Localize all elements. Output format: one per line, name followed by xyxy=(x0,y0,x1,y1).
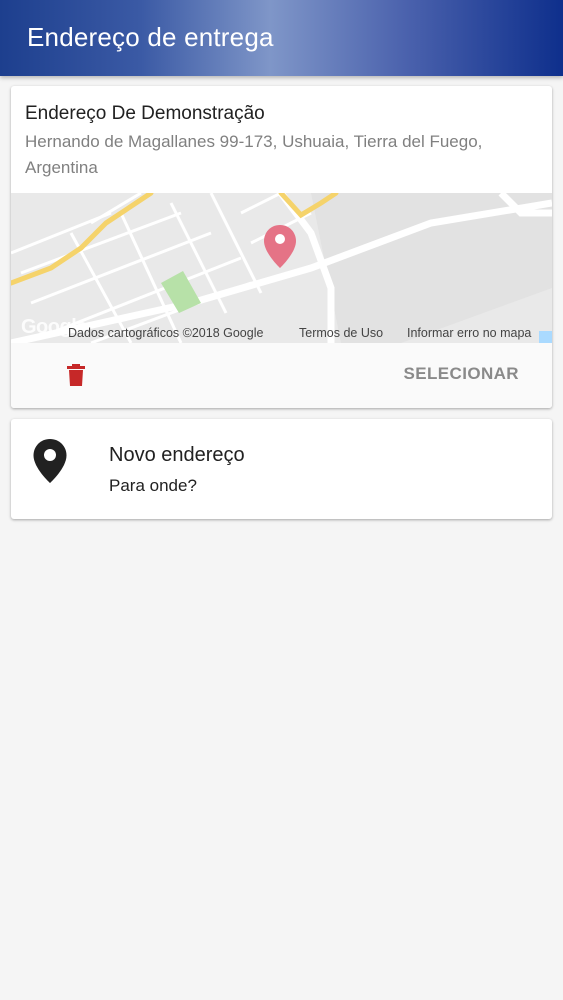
map-attribution: Dados cartográficos ©2018 Google Termos … xyxy=(11,326,552,343)
new-address-card[interactable]: Novo endereço Para onde? xyxy=(11,419,552,519)
map-pin-icon xyxy=(33,439,67,483)
report-map-error-link[interactable]: Informar erro no mapa xyxy=(407,326,531,340)
map-preview[interactable]: Google Dados cartográficos ©2018 Google … xyxy=(11,193,552,343)
map-data-attribution: Dados cartográficos ©2018 Google xyxy=(68,326,264,340)
new-address-subtitle: Para onde? xyxy=(109,476,197,495)
page-title: Endereço de entrega xyxy=(27,22,274,52)
card-actions: SELECIONAR xyxy=(11,343,552,408)
map-canvas xyxy=(11,193,552,343)
address-text: Hernando de Magallanes 99-173, Ushuaia, … xyxy=(25,132,483,177)
select-address-button[interactable]: SELECIONAR xyxy=(404,364,519,384)
saved-address-card: Endereço De Demonstração Hernando de Mag… xyxy=(11,86,552,408)
trash-icon xyxy=(67,364,85,386)
app-bar: Endereço de entrega xyxy=(0,0,563,76)
delete-address-button[interactable] xyxy=(64,362,88,388)
new-address-title: Novo endereço xyxy=(109,444,245,466)
address-name: Endereço De Demonstração xyxy=(25,103,265,124)
terms-of-use-link[interactable]: Termos de Uso xyxy=(299,326,383,340)
